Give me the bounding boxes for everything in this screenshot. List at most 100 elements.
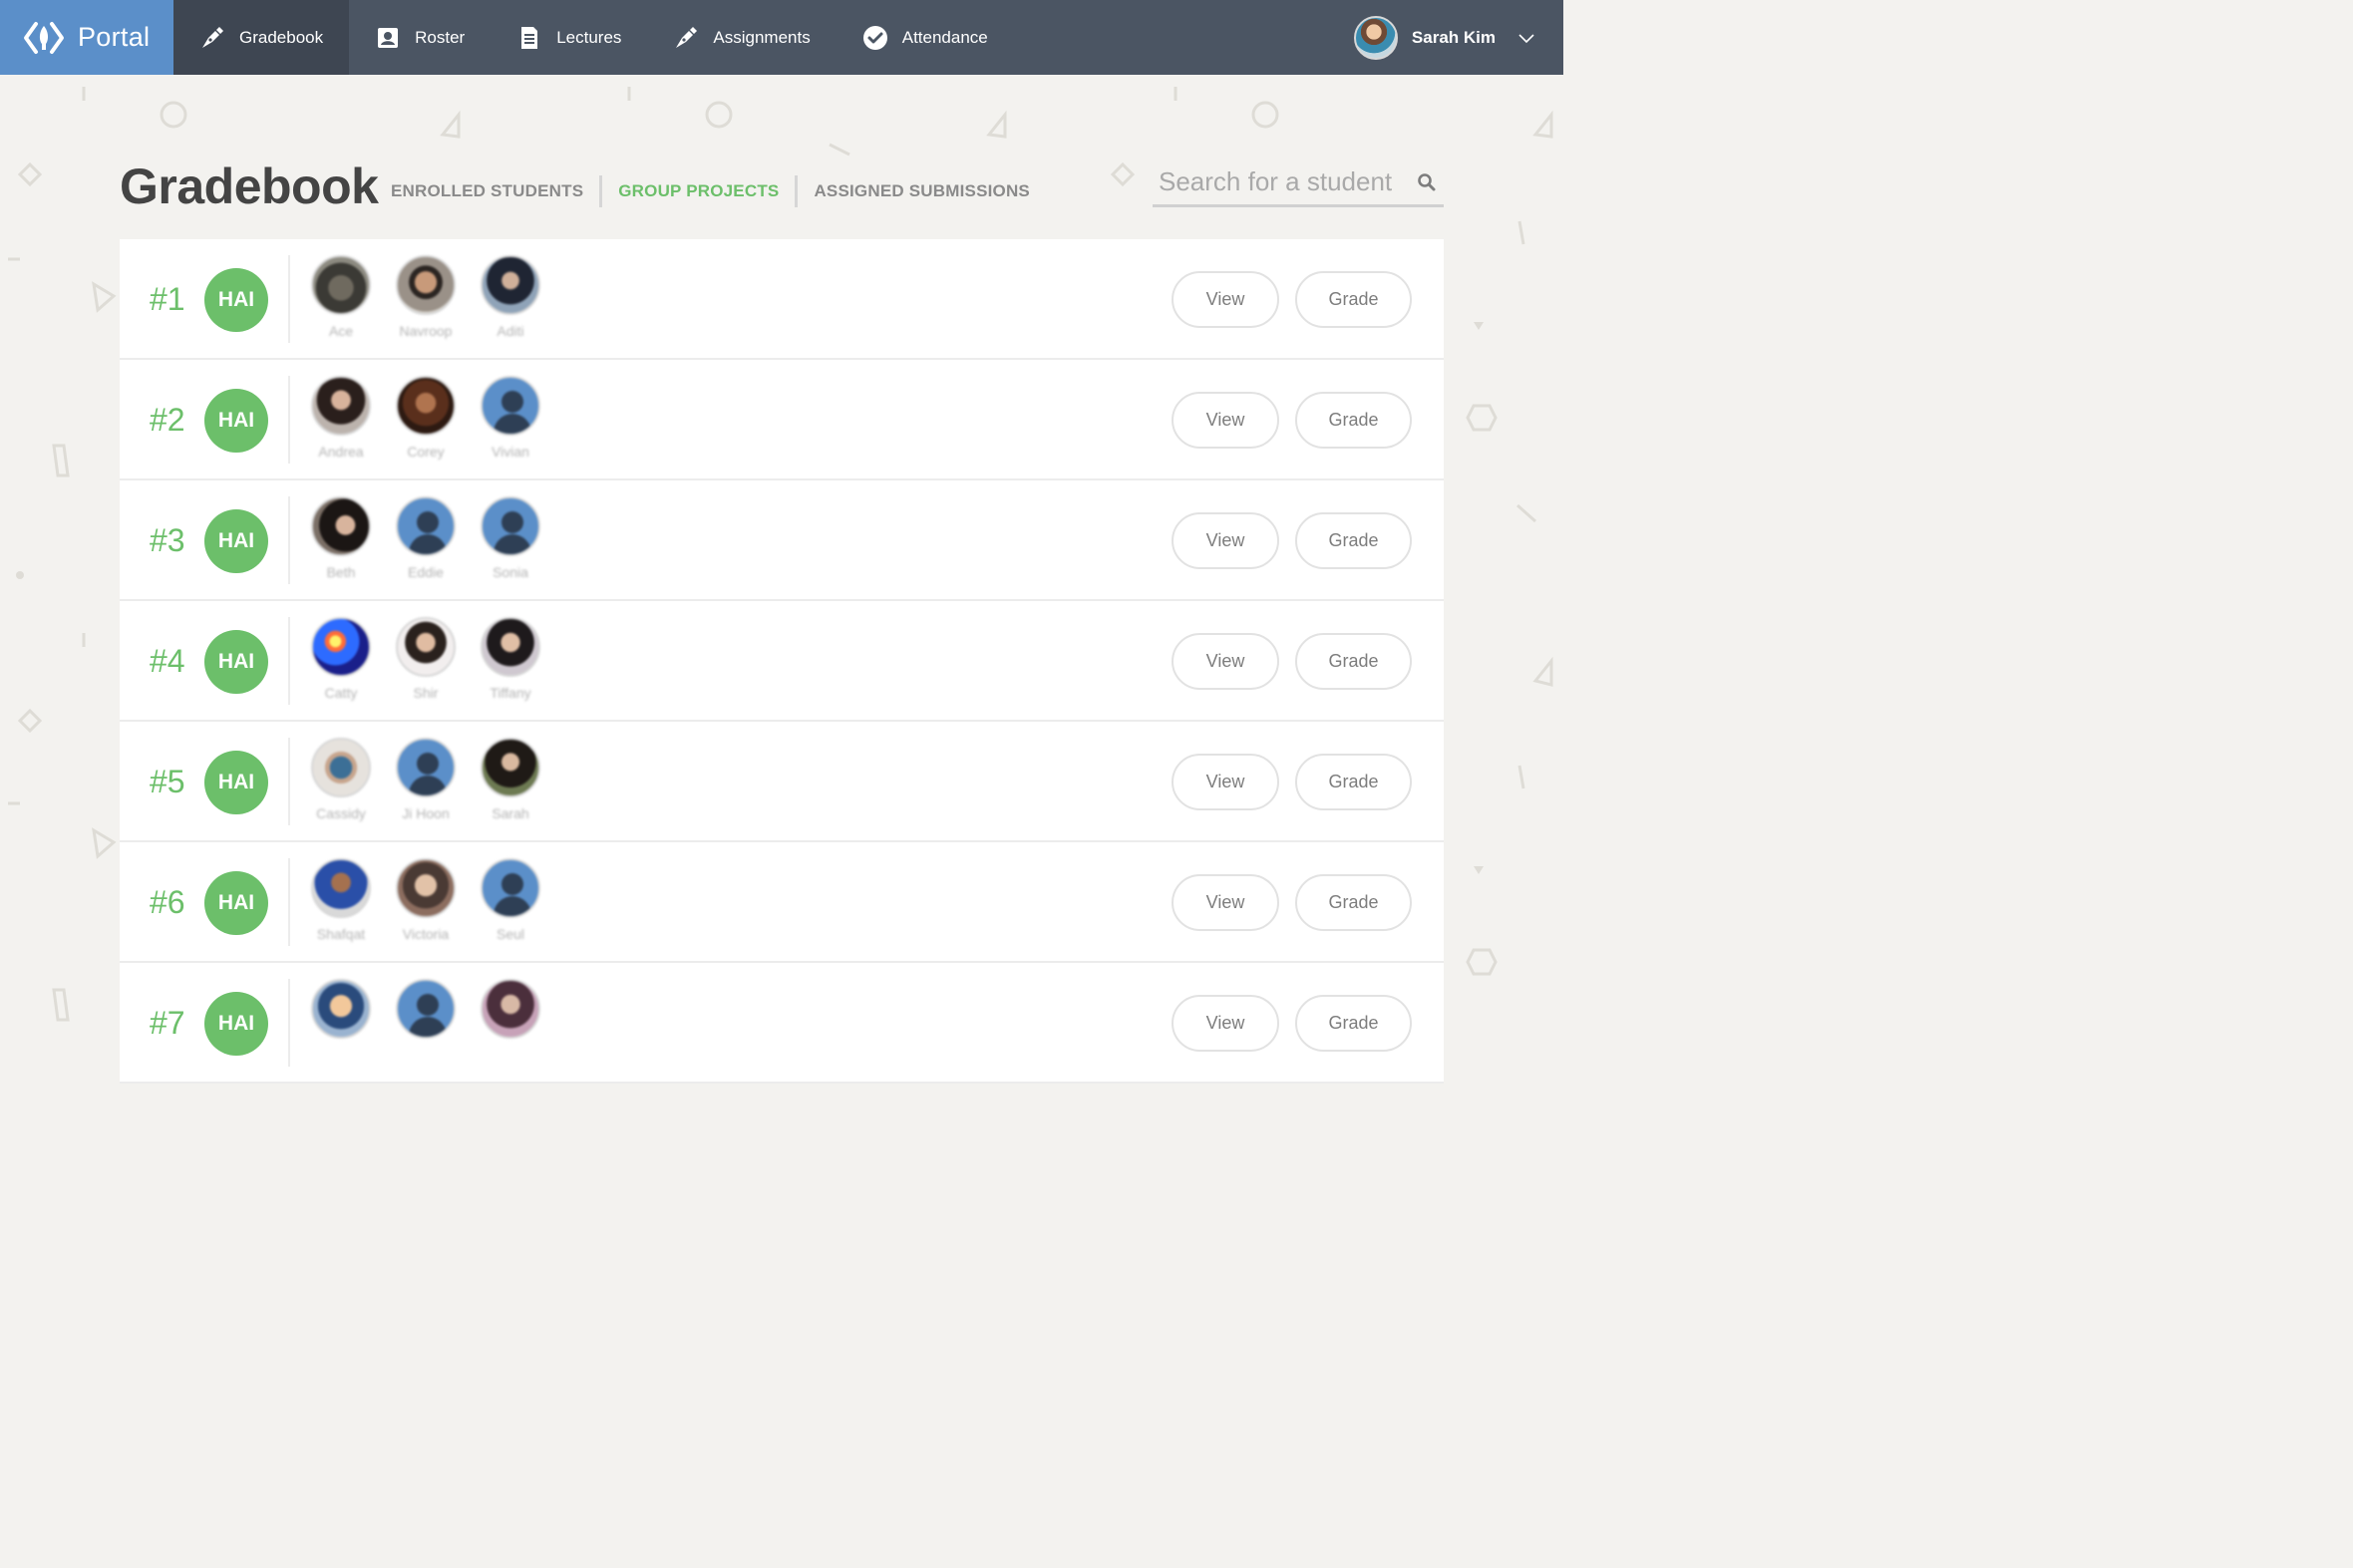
view-button[interactable]: View	[1172, 754, 1279, 810]
row-actions: View Grade	[1172, 633, 1412, 690]
group-badge: HAI	[204, 268, 268, 332]
avatar	[311, 738, 371, 797]
brand-name: Portal	[78, 22, 151, 52]
member-name: Seul	[496, 926, 525, 942]
row-divider	[288, 376, 290, 464]
user-menu[interactable]: Sarah Kim	[1353, 0, 1563, 75]
group-members	[311, 979, 540, 1047]
group-badge: HAI	[204, 871, 268, 935]
nav-item-gradebook[interactable]: Gradebook	[173, 0, 350, 75]
row-actions: View Grade	[1172, 271, 1412, 328]
user-name: Sarah Kim	[1411, 27, 1496, 47]
group-member[interactable]: Ji Hoon	[396, 738, 456, 821]
avatar	[481, 979, 540, 1039]
group-badge: HAI	[204, 751, 268, 814]
avatar	[396, 858, 456, 918]
view-button[interactable]: View	[1172, 995, 1279, 1052]
group-project-list: #1 HAI Ace Navroop Aditi View Grade #2 HAI…	[120, 239, 1444, 1084]
nav-item-label: Attendance	[901, 27, 988, 47]
group-member[interactable]	[311, 979, 371, 1047]
group-member[interactable]: Beth	[311, 496, 371, 580]
group-member[interactable]: Sarah	[481, 738, 540, 821]
chevron-down-icon	[1518, 33, 1534, 43]
group-member[interactable]: Victoria	[396, 858, 456, 942]
group-member[interactable]: Shafqat	[311, 858, 371, 942]
member-name: Catty	[324, 685, 358, 701]
view-button[interactable]: View	[1172, 392, 1279, 449]
nav-item-label: Roster	[415, 27, 466, 47]
row-actions: View Grade	[1172, 874, 1412, 931]
nav-item-roster[interactable]: Roster	[349, 0, 491, 75]
member-name: Tiffany	[490, 685, 531, 701]
group-members: Shafqat Victoria Seul	[311, 858, 540, 942]
group-row: #4 HAI Catty Shir Tiffany View Grade	[120, 601, 1444, 722]
view-button[interactable]: View	[1172, 271, 1279, 328]
default-avatar-icon	[481, 496, 540, 556]
group-member[interactable]: Cassidy	[311, 738, 371, 821]
group-member[interactable]: Seul	[481, 858, 540, 942]
group-member[interactable]: Eddie	[396, 496, 456, 580]
view-button[interactable]: View	[1172, 874, 1279, 931]
page-title: Gradebook	[120, 158, 379, 214]
group-member[interactable]: Navroop	[396, 255, 456, 339]
nav-item-assignments[interactable]: Assignments	[647, 0, 836, 75]
row-actions: View Grade	[1172, 754, 1412, 810]
group-member[interactable]: Shir	[396, 617, 456, 701]
grade-button[interactable]: Grade	[1295, 995, 1412, 1052]
row-divider	[288, 617, 290, 705]
default-avatar-icon	[481, 858, 540, 918]
group-rank: #1	[150, 281, 185, 317]
main-nav: Gradebook Roster Lectures Assignments At…	[173, 0, 1014, 75]
group-member[interactable]: Aditi	[481, 255, 540, 339]
document-icon	[521, 26, 538, 49]
grade-button[interactable]: Grade	[1295, 392, 1412, 449]
tab-enrolled-students[interactable]: ENROLLED STUDENTS	[391, 181, 583, 201]
member-name: Victoria	[402, 926, 450, 942]
grade-button[interactable]: Grade	[1295, 271, 1412, 328]
grade-button[interactable]: Grade	[1295, 754, 1412, 810]
group-member[interactable]: Tiffany	[481, 617, 540, 701]
group-member[interactable]: Sonia	[481, 496, 540, 580]
group-member[interactable]: Corey	[396, 376, 456, 460]
member-name: Corey	[407, 444, 445, 460]
brand-home-link[interactable]: Portal	[0, 0, 173, 75]
avatar	[481, 738, 540, 797]
default-avatar-icon	[396, 496, 456, 556]
tab-assigned-submissions[interactable]: ASSIGNED SUBMISSIONS	[814, 181, 1030, 201]
grade-button[interactable]: Grade	[1295, 633, 1412, 690]
default-avatar-icon	[396, 979, 456, 1039]
group-rank: #4	[150, 643, 185, 679]
grade-button[interactable]: Grade	[1295, 512, 1412, 569]
search-input[interactable]	[1159, 166, 1408, 197]
group-members: Beth Eddie Sonia	[311, 496, 540, 580]
grade-button[interactable]: Grade	[1295, 874, 1412, 931]
group-rank: #7	[150, 1005, 185, 1041]
pen-nib-icon	[202, 26, 223, 48]
top-navigation-bar: Portal Gradebook Roster Lectures Assignm…	[0, 0, 1563, 75]
member-name: Navroop	[399, 323, 453, 339]
avatar	[396, 376, 456, 436]
tab-divider	[599, 175, 603, 207]
group-members: Cassidy Ji Hoon Sarah	[311, 738, 540, 821]
view-button[interactable]: View	[1172, 633, 1279, 690]
code-brackets-icon	[24, 21, 64, 54]
row-divider	[288, 496, 290, 584]
group-row: #5 HAI Cassidy Ji Hoon Sarah View Grade	[120, 722, 1444, 842]
nav-item-label: Assignments	[713, 27, 811, 47]
search-icon[interactable]	[1416, 171, 1438, 193]
group-member[interactable]	[396, 979, 456, 1047]
gradebook-tabs: ENROLLED STUDENTS GROUP PROJECTS ASSIGNE…	[391, 175, 1030, 207]
group-member[interactable]: Andrea	[311, 376, 371, 460]
group-member[interactable]: Ace	[311, 255, 371, 339]
nav-item-label: Lectures	[556, 27, 622, 47]
group-member[interactable]	[481, 979, 540, 1047]
nav-item-attendance[interactable]: Attendance	[837, 0, 1014, 75]
view-button[interactable]: View	[1172, 512, 1279, 569]
row-divider	[288, 858, 290, 946]
group-member[interactable]: Vivian	[481, 376, 540, 460]
nav-item-lectures[interactable]: Lectures	[491, 0, 647, 75]
tab-group-projects[interactable]: GROUP PROJECTS	[618, 181, 779, 201]
group-badge: HAI	[204, 509, 268, 573]
group-member[interactable]: Catty	[311, 617, 371, 701]
group-members: Andrea Corey Vivian	[311, 376, 540, 460]
